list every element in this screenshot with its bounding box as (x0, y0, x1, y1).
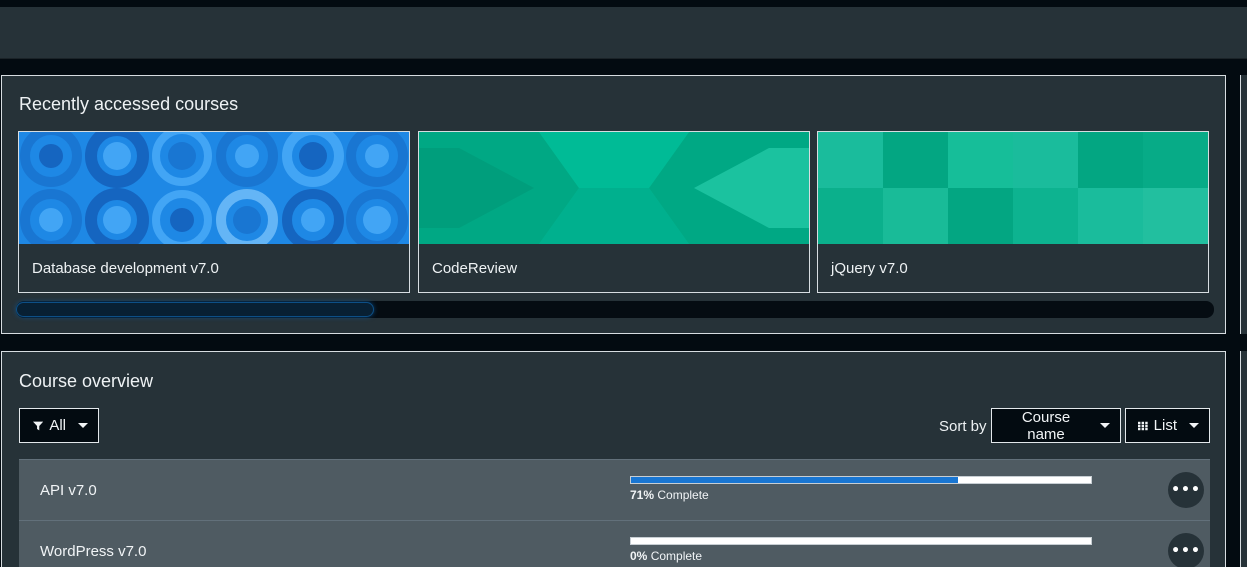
progress-percent: 71% (630, 488, 655, 502)
progress-text: 71% Complete (630, 488, 709, 502)
progress-bar (630, 537, 1092, 545)
course-card-name[interactable]: CodeReview (432, 260, 517, 277)
sort-by-label: Sort by (939, 418, 987, 435)
course-card-database-development[interactable]: Database development v7.0 (18, 131, 410, 293)
course-actions-button[interactable]: ••• (1168, 472, 1204, 508)
horizontal-scrollbar[interactable] (16, 301, 1214, 318)
progress-text: 0% Complete (630, 549, 702, 563)
course-name-link[interactable]: WordPress v7.0 (40, 543, 146, 560)
view-label: List (1153, 417, 1177, 434)
progress-bar-fill (631, 477, 958, 483)
view-dropdown-button[interactable]: List (1125, 408, 1210, 443)
top-navbar (0, 7, 1247, 59)
side-panel-edge (1240, 351, 1247, 567)
course-card-codereview[interactable]: CodeReview (418, 131, 810, 293)
course-overview-title: Course overview (19, 371, 154, 391)
sort-dropdown-button[interactable]: Course name (991, 408, 1121, 443)
sort-value: Course name (1021, 408, 1071, 443)
course-list-item: WordPress v7.0 0% Complete ••• (19, 520, 1210, 567)
course-card-name[interactable]: Database development v7.0 (32, 260, 219, 277)
scrollbar-thumb[interactable] (17, 303, 373, 316)
filter-icon (33, 421, 44, 430)
course-card-name[interactable]: jQuery v7.0 (831, 260, 908, 277)
progress-percent: 0% (630, 549, 648, 563)
course-overview-block: Course overview All Sort by Course name … (1, 351, 1226, 567)
course-image[interactable] (818, 132, 1208, 244)
side-panel-edge (1240, 75, 1247, 334)
course-card-jquery[interactable]: jQuery v7.0 (817, 131, 1209, 293)
course-image[interactable] (419, 132, 809, 244)
caret-down-icon (1189, 423, 1199, 428)
more-horizontal-icon: ••• (1171, 482, 1201, 498)
filter-label: All (49, 417, 66, 434)
caret-down-icon (78, 423, 88, 428)
course-name-link[interactable]: API v7.0 (40, 482, 97, 499)
more-horizontal-icon: ••• (1171, 543, 1201, 559)
filter-dropdown-button[interactable]: All (19, 408, 99, 443)
grid-icon (1138, 421, 1148, 430)
course-actions-button[interactable]: ••• (1168, 533, 1204, 567)
recent-courses-title: Recently accessed courses (19, 94, 239, 114)
caret-down-icon (1100, 423, 1110, 428)
progress-complete-label: Complete (657, 488, 709, 502)
recent-courses-block: Recently accessed courses Database devel… (1, 75, 1226, 334)
progress-bar (630, 476, 1092, 484)
course-list-item: API v7.0 71% Complete ••• (19, 459, 1210, 520)
progress-complete-label: Complete (650, 549, 703, 563)
course-image[interactable] (19, 132, 409, 244)
